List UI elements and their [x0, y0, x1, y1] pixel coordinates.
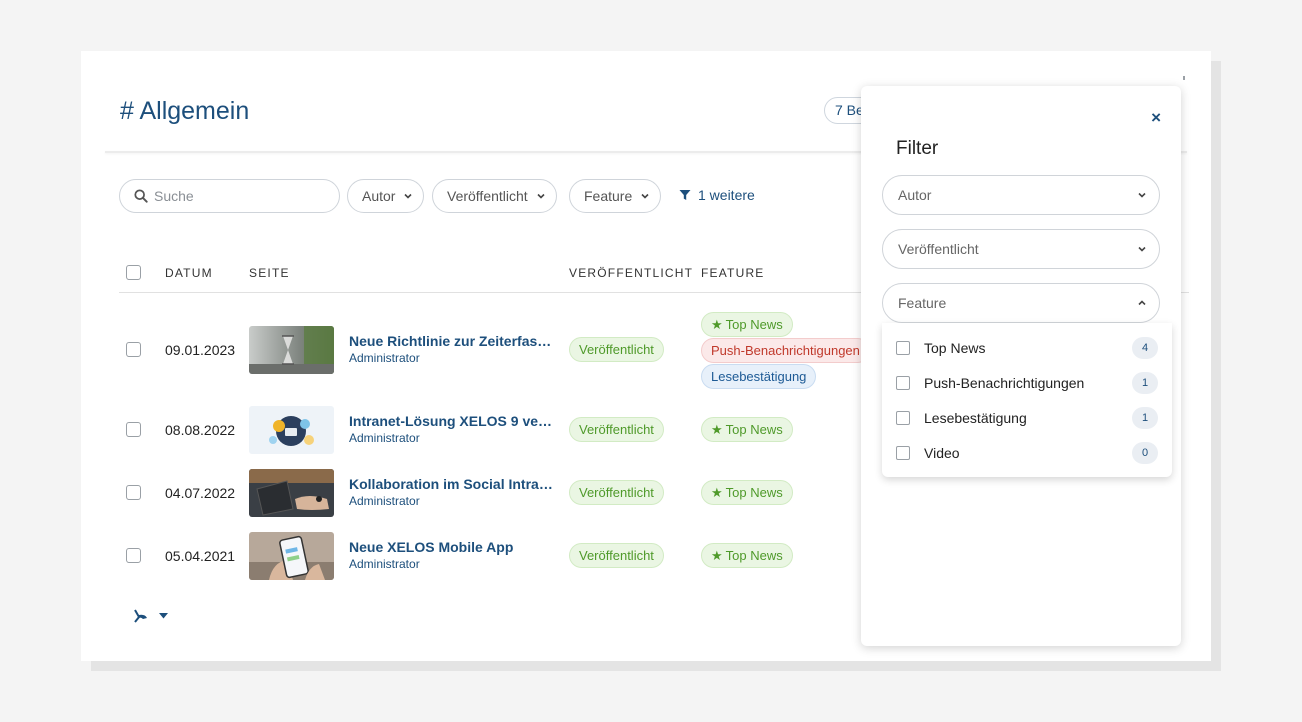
thumbnail-laptop[interactable]	[249, 469, 334, 517]
row-checkbox[interactable]	[126, 342, 141, 357]
select-label: Feature	[898, 295, 947, 311]
table-row[interactable]: 09.01.2023 Neue Richtlinie zur Zeiterfas…	[119, 312, 879, 389]
select-all-checkbox[interactable]	[126, 265, 141, 280]
filter-pill-published[interactable]: Veröffentlicht	[432, 179, 557, 213]
filter-pill-label: Autor	[362, 188, 396, 204]
page-author[interactable]: Administrator	[349, 431, 420, 445]
option-checkbox[interactable]	[896, 446, 910, 460]
feature-option-push[interactable]: Push-Benachrichtigungen 1	[896, 371, 1158, 395]
column-page[interactable]: SEITE	[249, 266, 290, 280]
chevron-down-icon	[1138, 246, 1146, 252]
select-label: Veröffentlicht	[898, 241, 979, 257]
star-icon: ★	[711, 317, 723, 332]
thumbnail-hourglass[interactable]	[249, 326, 334, 374]
status-badge: Veröffentlicht	[569, 337, 664, 362]
row-checkbox[interactable]	[126, 485, 141, 500]
feature-badge-top-news: ★ Top News	[701, 480, 793, 505]
row-checkbox[interactable]	[126, 422, 141, 437]
feature-option-read-receipt[interactable]: Lesebestätigung 1	[896, 406, 1158, 430]
scrollbar-tick[interactable]	[1183, 76, 1185, 80]
row-date: 05.04.2021	[165, 548, 236, 564]
column-date[interactable]: DATUM	[165, 266, 213, 280]
status-badge: Veröffentlicht	[569, 417, 664, 442]
filter-select-published[interactable]: Veröffentlicht	[882, 229, 1160, 269]
row-date: 04.07.2022	[165, 485, 236, 501]
feature-option-top-news[interactable]: Top News 4	[896, 336, 1158, 360]
filter-pill-feature[interactable]: Feature	[569, 179, 662, 213]
table-row[interactable]: 08.08.2022 Intranet-Lösung XELOS 9 veröf…	[119, 405, 879, 455]
row-date: 09.01.2023	[165, 342, 236, 358]
filter-pill-label: Feature	[584, 188, 633, 204]
table-row[interactable]: 04.07.2022 Kollaboration im Social Intra…	[119, 468, 879, 518]
page-title-link[interactable]: Intranet-Lösung XELOS 9 veröffentlicht	[349, 413, 554, 429]
star-icon: ★	[711, 422, 723, 437]
more-filters-button[interactable]: 1 weitere	[679, 187, 755, 203]
column-published[interactable]: VERÖFFENTLICHT	[569, 266, 693, 280]
option-checkbox[interactable]	[896, 376, 910, 390]
thumbnail-intranet[interactable]	[249, 406, 334, 454]
row-checkbox[interactable]	[126, 548, 141, 563]
option-label: Push-Benachrichtigungen	[924, 375, 1085, 391]
feature-dropdown: Top News 4 Push-Benachrichtigungen 1 Les…	[882, 323, 1172, 477]
option-count: 1	[1132, 372, 1158, 394]
feature-badge-top-news: ★ Top News	[701, 543, 793, 568]
option-count: 4	[1132, 337, 1158, 359]
table-row[interactable]: 05.04.2021 Neue XELOS Mobile App Adminis…	[119, 531, 879, 581]
chevron-down-icon	[641, 193, 649, 199]
chevron-down-icon	[1138, 192, 1146, 198]
option-count: 1	[1132, 407, 1158, 429]
close-icon[interactable]: ×	[1151, 108, 1161, 128]
option-count: 0	[1132, 442, 1158, 464]
page-author[interactable]: Administrator	[349, 494, 420, 508]
filter-pill-label: Veröffentlicht	[447, 188, 528, 204]
thumbnail-mobile-app[interactable]	[249, 532, 334, 580]
row-date: 08.08.2022	[165, 422, 236, 438]
status-badge: Veröffentlicht	[569, 480, 664, 505]
feature-badge-top-news: ★ Top News	[701, 312, 793, 337]
feature-badge-top-news: ★ Top News	[701, 417, 793, 442]
page-author[interactable]: Administrator	[349, 557, 420, 571]
star-icon: ★	[711, 548, 723, 563]
option-checkbox[interactable]	[896, 411, 910, 425]
filter-select-author[interactable]: Autor	[882, 175, 1160, 215]
search-icon	[134, 189, 148, 203]
page-title: # Allgemein	[120, 97, 250, 125]
search-box[interactable]	[119, 179, 340, 213]
bulk-action-icon	[134, 609, 147, 623]
select-label: Autor	[898, 187, 932, 203]
chevron-down-icon	[537, 193, 545, 199]
option-label: Lesebestätigung	[924, 410, 1027, 426]
filter-panel: × Filter Autor Veröffentlicht Feature To…	[861, 86, 1181, 646]
status-badge: Veröffentlicht	[569, 543, 664, 568]
feature-badge-read-receipt: Lesebestätigung	[701, 364, 817, 389]
caret-down-icon	[159, 613, 168, 619]
funnel-icon	[679, 190, 691, 200]
page-title-link[interactable]: Neue XELOS Mobile App	[349, 539, 554, 555]
page-title-link[interactable]: Neue Richtlinie zur Zeiterfassung	[349, 333, 554, 349]
option-label: Top News	[924, 340, 986, 356]
more-filters-label: 1 weitere	[698, 187, 755, 203]
page-title-link[interactable]: Kollaboration im Social Intranet	[349, 476, 554, 492]
option-label: Video	[924, 445, 960, 461]
page-author[interactable]: Administrator	[349, 351, 420, 365]
chevron-down-icon	[404, 193, 413, 199]
filter-panel-title: Filter	[896, 138, 939, 159]
feature-option-video[interactable]: Video 0	[896, 441, 1158, 465]
filter-pill-author[interactable]: Autor	[347, 179, 425, 213]
filter-select-feature[interactable]: Feature	[882, 283, 1160, 323]
option-checkbox[interactable]	[896, 341, 910, 355]
bulk-action-menu[interactable]	[133, 608, 168, 624]
star-icon: ★	[711, 485, 723, 500]
feature-badge-push: Push-Benachrichtigungen	[701, 338, 870, 363]
column-feature[interactable]: FEATURE	[701, 266, 765, 280]
chevron-up-icon	[1138, 300, 1146, 306]
search-input[interactable]	[154, 188, 324, 204]
